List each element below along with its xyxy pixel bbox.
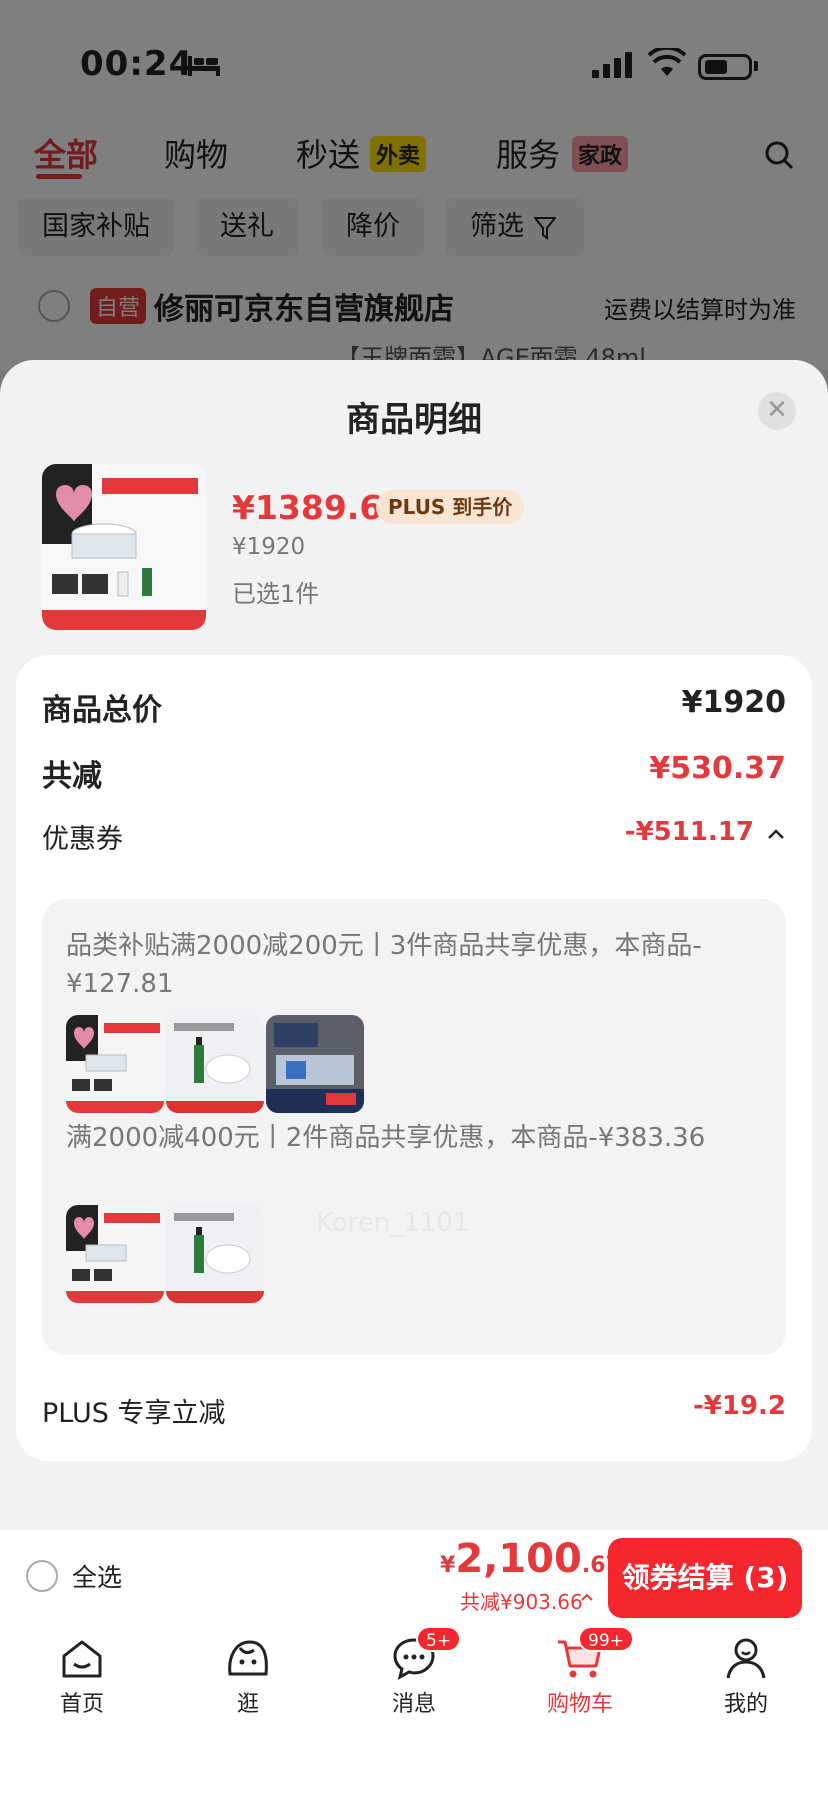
- original-price: ¥1920: [232, 534, 306, 560]
- plus-price-tag: PLUS 到手价: [376, 490, 525, 524]
- total-value: ¥1920: [681, 685, 786, 720]
- total-int: 2,100: [455, 1536, 582, 1582]
- plus-discount-value: -¥19.2: [692, 1391, 786, 1421]
- checkout-bar: 全选 ¥2,100.67 共减¥903.66 领券结算 (3): [0, 1530, 828, 1620]
- coupon-1-product-thumb[interactable]: [166, 1015, 264, 1113]
- close-icon[interactable]: ✕: [758, 392, 796, 430]
- total-price: ¥2,100.67: [440, 1536, 621, 1582]
- coupon-1-product-thumb[interactable]: [66, 1015, 164, 1113]
- coupon-2-product-thumb[interactable]: [166, 1205, 264, 1303]
- nav-me-label: 我的: [723, 1692, 768, 1717]
- product-image[interactable]: [42, 464, 206, 630]
- select-all-label[interactable]: 全选: [72, 1558, 122, 1594]
- chevron-up-icon[interactable]: [766, 827, 786, 841]
- watermark: Koren_1101: [316, 1208, 470, 1238]
- coupon-2-product-thumb[interactable]: [66, 1205, 164, 1303]
- bottom-tab-bar: 首页 逛 消息 5+ 购物车 99+ 我的: [0, 1620, 828, 1801]
- profile-icon: [726, 1638, 766, 1679]
- messages-badge: 5+: [416, 1626, 462, 1652]
- nav-messages-label: 消息: [391, 1692, 436, 1717]
- coupon-1-product-thumb[interactable]: [266, 1015, 364, 1113]
- coupon-label: 优惠券: [42, 824, 123, 855]
- nav-browse-label: 逛: [236, 1692, 259, 1717]
- coupon-value[interactable]: -¥511.17: [625, 817, 754, 847]
- chevron-up-icon[interactable]: [580, 1592, 594, 1602]
- select-all-checkbox[interactable]: [26, 1560, 58, 1592]
- coupon-2-line1: 满2000减400元丨2件商品共享优惠，本商品-¥383.36: [66, 1123, 706, 1153]
- total-label: 商品总价: [42, 693, 162, 728]
- reduce-value: ¥530.37: [649, 751, 786, 786]
- nav-home[interactable]: 首页: [32, 1634, 132, 1718]
- selected-count: 已选1件: [232, 580, 320, 608]
- reduce-label: 共减: [42, 759, 102, 794]
- checkout-button[interactable]: 领券结算 (3): [608, 1538, 802, 1618]
- total-reduced[interactable]: 共减¥903.66: [460, 1586, 583, 1615]
- coupon-1-line2: ¥127.81: [66, 969, 174, 999]
- coupon-1-line1: 品类补贴满2000减200元丨3件商品共享优惠，本商品-: [66, 931, 702, 961]
- plus-discount-label: PLUS 专享立减: [42, 1398, 226, 1429]
- product-detail-sheet: 商品明细 ✕ ¥1389.63 PLUS 到手价 ¥1920 已选1件 商品总价…: [0, 360, 828, 1530]
- nav-me[interactable]: 我的: [696, 1634, 796, 1718]
- cart-badge: 99+: [578, 1626, 634, 1652]
- nav-browse[interactable]: 逛: [198, 1634, 298, 1718]
- total-yen: ¥: [440, 1553, 456, 1578]
- nav-home-label: 首页: [59, 1692, 104, 1717]
- nav-cart-label: 购物车: [546, 1692, 613, 1717]
- coupon-detail-box: 品类补贴满2000减200元丨3件商品共享优惠，本商品- ¥127.81 满20…: [42, 899, 786, 1355]
- home-icon: [62, 1640, 102, 1678]
- sheet-title: 商品明细: [346, 400, 482, 440]
- browse-face-icon: [228, 1640, 268, 1676]
- price-breakdown-card: 商品总价 ¥1920 共减 ¥530.37 优惠券 -¥511.17 品类补贴满…: [16, 655, 812, 1461]
